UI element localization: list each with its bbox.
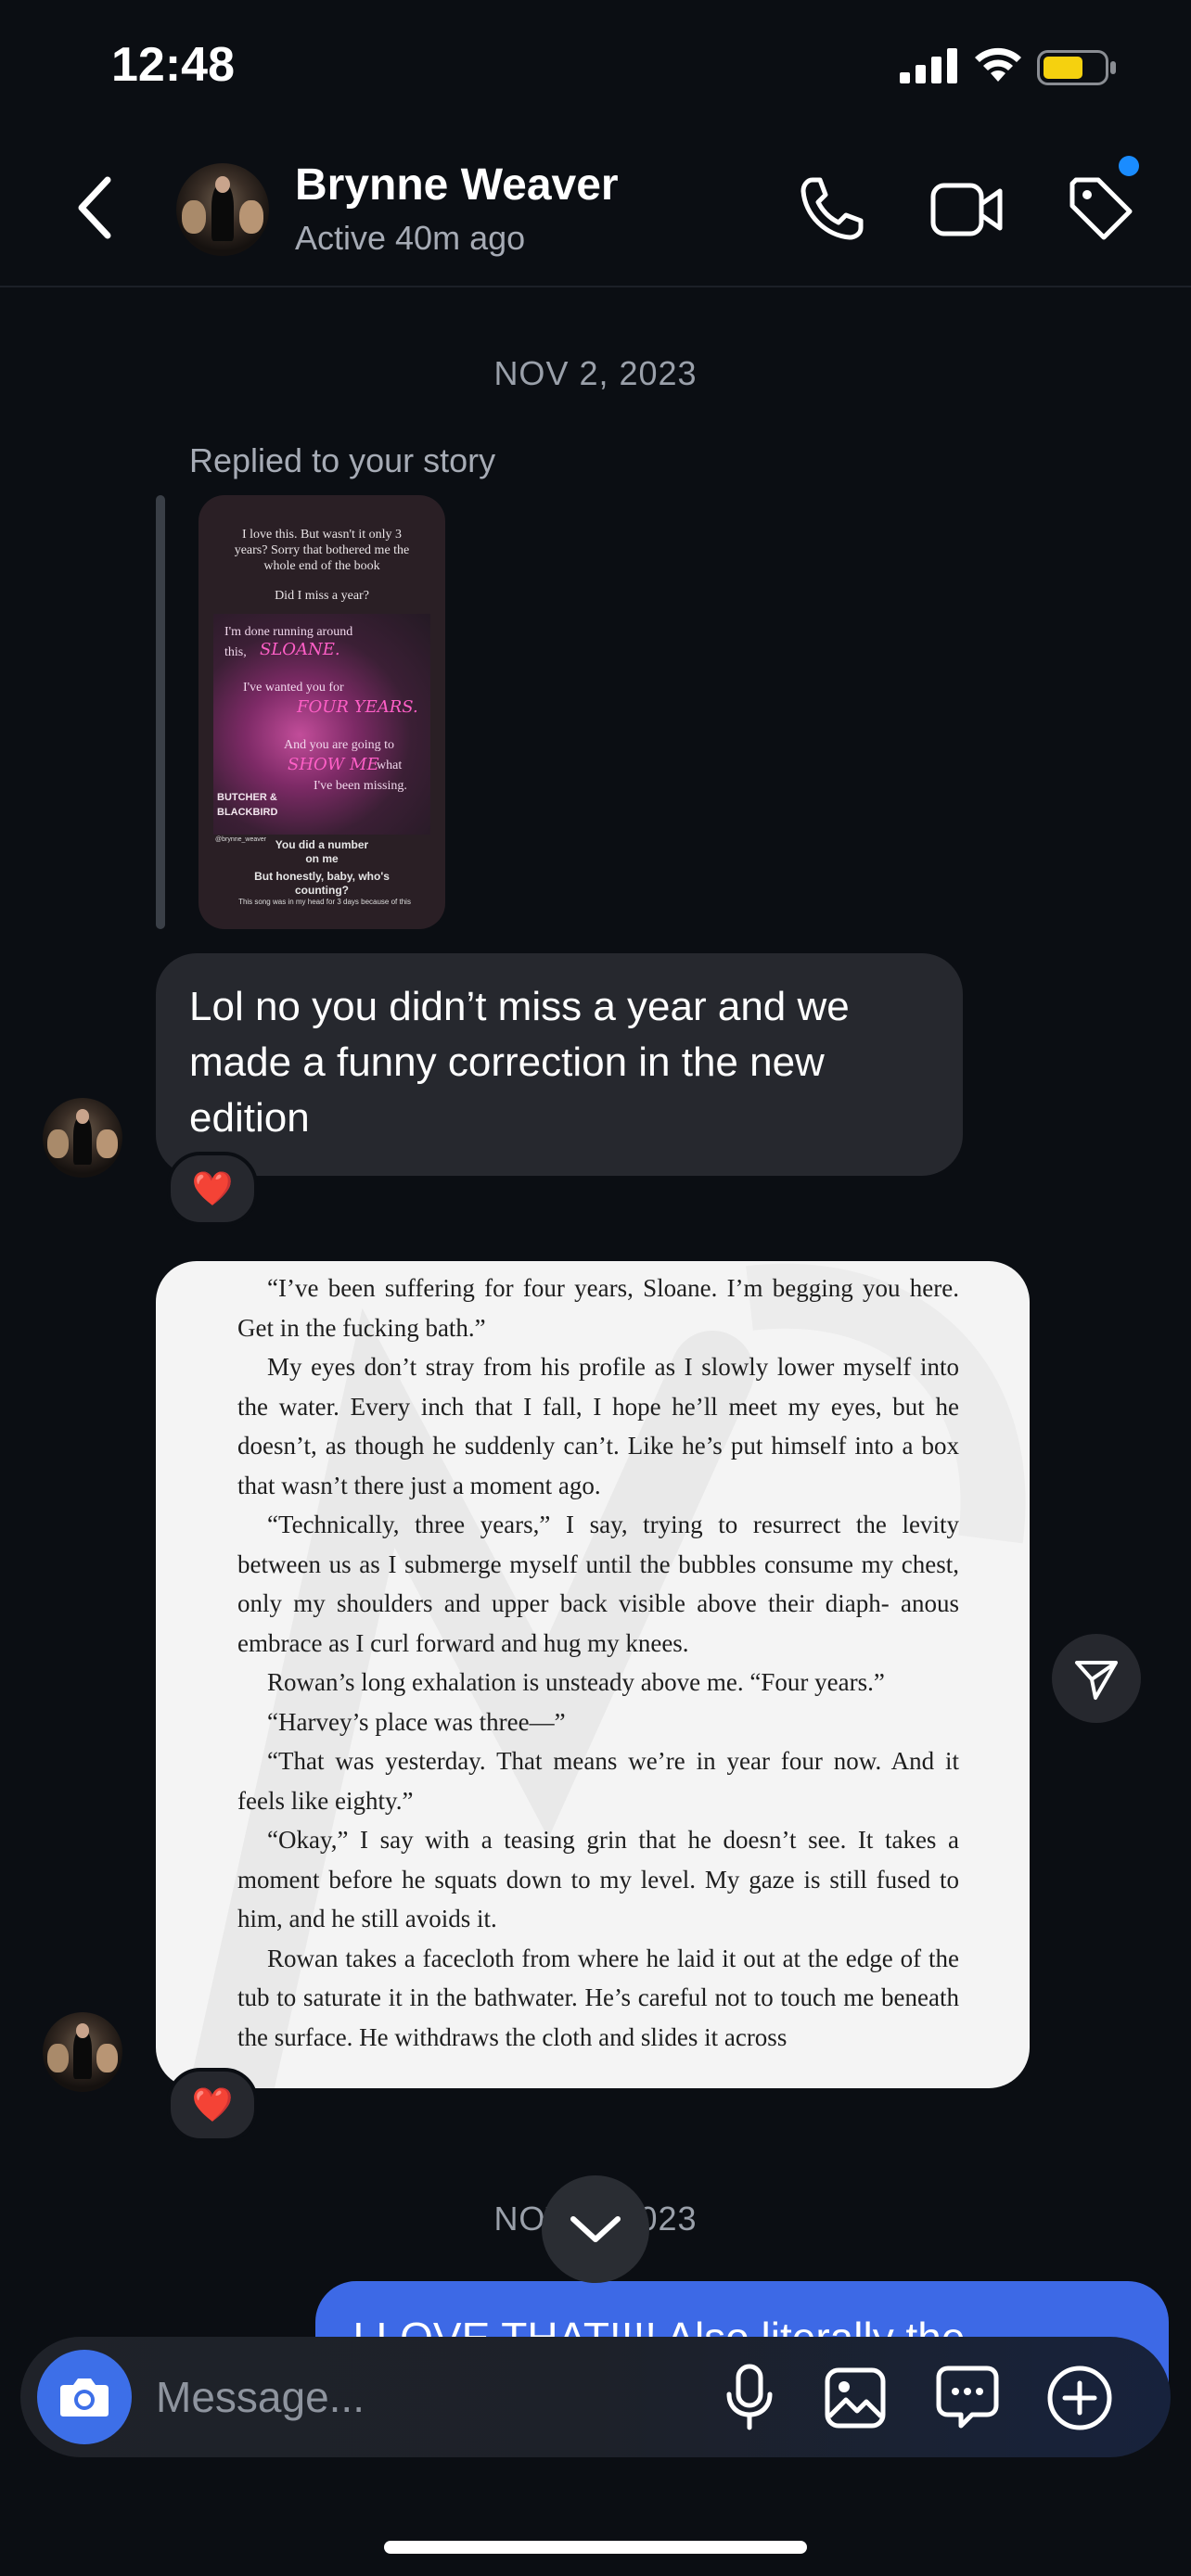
story-line-pink: FOUR YEARS. bbox=[297, 697, 418, 717]
story-line: I've been missing. bbox=[314, 779, 407, 793]
reaction-heart[interactable]: ❤️ bbox=[167, 1152, 258, 1226]
story-line-pink: SHOW ME bbox=[288, 755, 379, 774]
audio-call-button[interactable] bbox=[798, 174, 866, 243]
tag-button[interactable] bbox=[1065, 174, 1135, 245]
video-camera-icon bbox=[930, 183, 1003, 236]
book-paragraph: “That was yesterday. That means we’re in… bbox=[237, 1747, 959, 1815]
story-caption-question: Did I miss a year? bbox=[275, 589, 369, 603]
replied-to-story-label: Replied to your story bbox=[189, 441, 496, 479]
chat-bubble-icon bbox=[936, 2366, 999, 2429]
notification-dot bbox=[1119, 156, 1139, 176]
book-paragraph: “Technically, three years,” I say, tryin… bbox=[237, 1511, 959, 1657]
story-bold-text: You did a number on me bbox=[275, 838, 369, 865]
message-input[interactable] bbox=[156, 2365, 675, 2429]
battery-icon bbox=[1037, 50, 1117, 90]
wifi-icon bbox=[972, 45, 1024, 88]
reaction-heart[interactable]: ❤️ bbox=[167, 2068, 258, 2142]
sender-avatar[interactable] bbox=[43, 2012, 122, 2092]
contact-avatar[interactable] bbox=[176, 163, 269, 256]
reply-indicator-bar bbox=[156, 495, 165, 929]
back-button[interactable] bbox=[72, 174, 119, 241]
story-line: this, bbox=[224, 645, 247, 659]
story-line: I've wanted you for bbox=[243, 681, 344, 695]
book-paragraph: My eyes don’t stray from his profile as … bbox=[237, 1353, 959, 1499]
story-line: And you are going to bbox=[284, 738, 394, 752]
book-paragraph: “I’ve been suffering for four years, Slo… bbox=[237, 1274, 959, 1342]
story-book-title: BUTCHER & BLACKBIRD bbox=[217, 792, 278, 818]
chevron-left-icon bbox=[78, 176, 111, 239]
sticker-button[interactable] bbox=[935, 2365, 1000, 2429]
story-footer: This song was in my head for 3 days beca… bbox=[238, 898, 411, 906]
phone-icon bbox=[800, 177, 864, 240]
gallery-button[interactable] bbox=[824, 2366, 887, 2429]
book-paragraph: Rowan’s long exhalation is unsteady abov… bbox=[267, 1668, 885, 1696]
tag-icon bbox=[1069, 177, 1133, 240]
story-line-pink: SLOANE. bbox=[260, 640, 340, 659]
sender-avatar[interactable] bbox=[43, 1098, 122, 1178]
story-line: I'm done running around bbox=[224, 625, 353, 639]
book-text: “I’ve been suffering for four years, Slo… bbox=[237, 1269, 959, 2057]
paper-plane-icon bbox=[1075, 1661, 1118, 1700]
story-caption: I love this. But wasn't it only 3 years?… bbox=[234, 528, 410, 573]
story-line: what bbox=[377, 759, 403, 772]
chevron-down-icon bbox=[570, 2216, 621, 2242]
date-separator: NOV 2, 2023 bbox=[493, 354, 698, 392]
more-options-button[interactable] bbox=[1046, 2365, 1113, 2431]
home-indicator[interactable] bbox=[384, 2541, 807, 2554]
camera-icon bbox=[60, 2378, 109, 2417]
contact-status: Active 40m ago bbox=[295, 219, 526, 257]
scroll-down-button[interactable] bbox=[542, 2175, 649, 2283]
camera-button[interactable] bbox=[37, 2350, 132, 2444]
contact-name[interactable]: Brynne Weaver bbox=[295, 159, 619, 210]
microphone-icon bbox=[726, 2364, 773, 2430]
share-button[interactable] bbox=[1052, 1634, 1141, 1723]
story-bold-text: But honestly, baby, who's counting? bbox=[254, 870, 390, 897]
video-call-button[interactable] bbox=[929, 178, 1005, 241]
message-text: Lol no you didn’t miss a year and we mad… bbox=[189, 984, 850, 1141]
plus-circle-icon bbox=[1047, 2366, 1112, 2430]
book-paragraph: “Okay,” I say with a teasing grin that h… bbox=[237, 1826, 959, 1932]
book-paragraph: “Harvey’s place was three—” bbox=[267, 1707, 566, 1736]
voice-message-button[interactable] bbox=[724, 2363, 775, 2431]
status-time: 12:48 bbox=[111, 38, 235, 92]
cellular-signal-icon bbox=[900, 48, 957, 88]
book-paragraph: Rowan takes a facecloth from where he la… bbox=[237, 1944, 959, 2051]
image-icon bbox=[825, 2367, 886, 2429]
book-page-image[interactable]: “I’ve been suffering for four years, Slo… bbox=[156, 1261, 1030, 2088]
story-thumbnail[interactable]: I love this. But wasn't it only 3 years?… bbox=[198, 495, 445, 929]
